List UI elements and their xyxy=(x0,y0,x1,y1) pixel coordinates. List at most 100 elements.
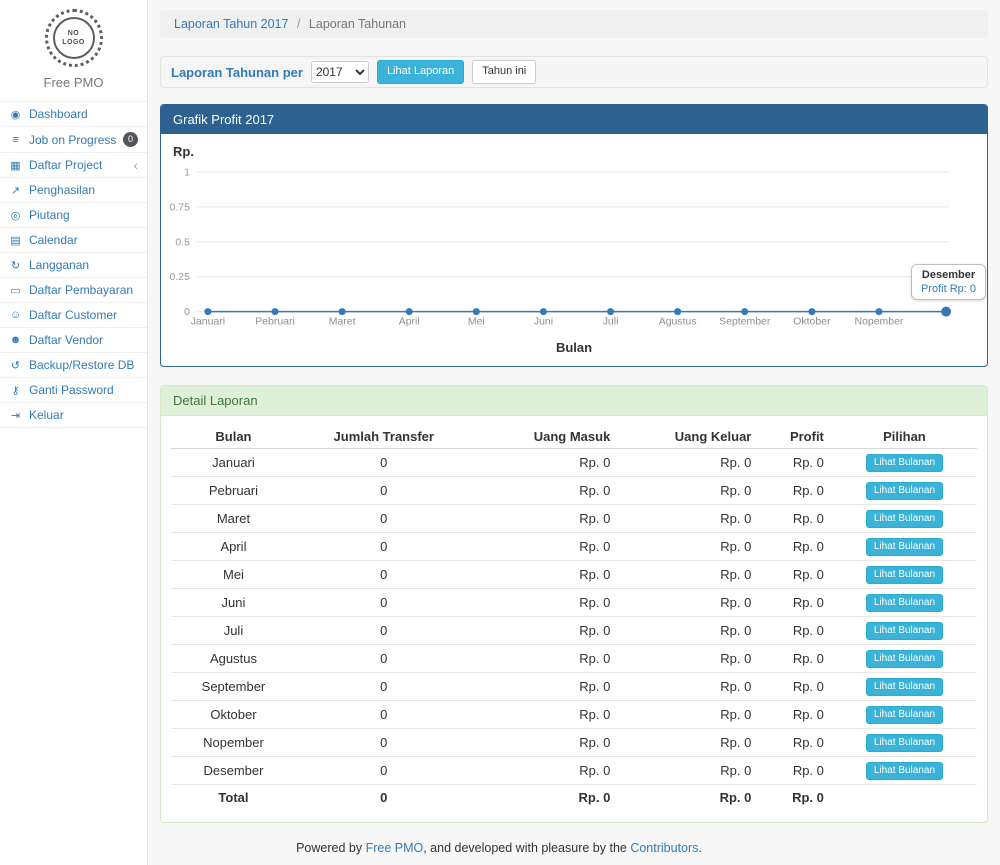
view-month-button[interactable]: Lihat Bulanan xyxy=(866,678,943,696)
table-row: Nopember0Rp. 0Rp. 0Rp. 0Lihat Bulanan xyxy=(171,729,977,757)
sidebar-item-backup-restore-db[interactable]: ↺Backup/Restore DB xyxy=(0,353,147,378)
year-select[interactable]: 2017 xyxy=(311,61,369,83)
y-tick-label: 0.75 xyxy=(170,202,191,213)
view-month-button[interactable]: Lihat Bulanan xyxy=(866,454,943,472)
sidebar-item-daftar-project[interactable]: ▦Daftar Project‹ xyxy=(0,153,147,178)
y-tick-label: 0 xyxy=(184,307,190,318)
sidebar-item-dashboard[interactable]: ◉Dashboard xyxy=(0,102,147,127)
cell-action xyxy=(832,785,977,810)
cell-masuk: Rp. 0 xyxy=(472,645,619,673)
sidebar-item-langganan[interactable]: ↻Langganan xyxy=(0,253,147,278)
chart-tooltip: Desember Profit Rp: 0 xyxy=(911,264,986,300)
sidebar-item-calendar[interactable]: ▤ Calendar xyxy=(0,228,147,253)
cell-masuk: Rp. 0 xyxy=(472,505,619,533)
tasks-icon: ≡ xyxy=(9,134,22,146)
view-month-button[interactable]: Lihat Bulanan xyxy=(866,538,943,556)
cell-transfer: 0 xyxy=(296,729,472,757)
view-report-button[interactable]: Lihat Laporan xyxy=(377,60,464,83)
table-row: Januari0Rp. 0Rp. 0Rp. 0Lihat Bulanan xyxy=(171,449,977,477)
table-header-row: BulanJumlah TransferUang MasukUang Kelua… xyxy=(171,424,977,449)
cell-action: Lihat Bulanan xyxy=(832,533,977,561)
sidebar-item-label: Daftar Project xyxy=(29,158,102,172)
column-header: Uang Keluar xyxy=(618,424,759,449)
cell-masuk: Rp. 0 xyxy=(472,785,619,810)
cell-masuk: Rp. 0 xyxy=(472,477,619,505)
sidebar-item-label: Job on Progress xyxy=(29,133,116,147)
credit-card-icon: ▭ xyxy=(9,284,22,297)
app-logo: NO LOGO Free PMO xyxy=(0,0,147,101)
chart-point xyxy=(875,308,882,315)
filter-label: Laporan Tahunan per xyxy=(171,65,303,80)
column-header: Pilihan xyxy=(832,424,977,449)
cell-action: Lihat Bulanan xyxy=(832,589,977,617)
column-header: Bulan xyxy=(171,424,296,449)
cell-profit: Rp. 0 xyxy=(759,617,832,645)
sidebar-item-daftar-vendor[interactable]: ☻Daftar Vendor xyxy=(0,328,147,353)
table-row: Mei0Rp. 0Rp. 0Rp. 0Lihat Bulanan xyxy=(171,561,977,589)
cell-keluar: Rp. 0 xyxy=(618,477,759,505)
cell-keluar: Rp. 0 xyxy=(618,533,759,561)
view-month-button[interactable]: Lihat Bulanan xyxy=(866,734,943,752)
sign-out-icon: ⇥ xyxy=(9,409,22,422)
breadcrumb-separator: / xyxy=(297,17,300,31)
count-badge: 0 xyxy=(123,132,138,147)
cell-masuk: Rp. 0 xyxy=(472,757,619,785)
cell-transfer: 0 xyxy=(296,561,472,589)
cell-action: Lihat Bulanan xyxy=(832,617,977,645)
chart-point xyxy=(674,308,681,315)
view-month-button[interactable]: Lihat Bulanan xyxy=(866,706,943,724)
detail-table-wrapper: BulanJumlah TransferUang MasukUang Kelua… xyxy=(161,416,987,822)
x-tick-label: Pebruari xyxy=(255,317,295,328)
sidebar-item-label: Dashboard xyxy=(29,107,88,121)
table-row: Oktober0Rp. 0Rp. 0Rp. 0Lihat Bulanan xyxy=(171,701,977,729)
x-tick-label: Nopember xyxy=(855,317,904,328)
cell-transfer: 0 xyxy=(296,449,472,477)
x-tick-label: April xyxy=(399,317,420,328)
view-month-button[interactable]: Lihat Bulanan xyxy=(866,566,943,584)
sidebar-item-daftar-pembayaran[interactable]: ▭Daftar Pembayaran xyxy=(0,278,147,303)
view-month-button[interactable]: Lihat Bulanan xyxy=(866,510,943,528)
cell-bulan: April xyxy=(171,533,296,561)
chart-point xyxy=(540,308,547,315)
calendar-icon: ▤ xyxy=(9,234,22,247)
sidebar-item-ganti-password[interactable]: ⚷Ganti Password xyxy=(0,378,147,403)
chart-point xyxy=(473,308,480,315)
cell-profit: Rp. 0 xyxy=(759,505,832,533)
cell-keluar: Rp. 0 xyxy=(618,673,759,701)
footer-middle: , and developed with pleasure by the xyxy=(423,841,630,855)
this-year-button[interactable]: Tahun ini xyxy=(472,60,536,83)
cell-bulan: Juni xyxy=(171,589,296,617)
chart-panel-title: Grafik Profit 2017 xyxy=(161,105,987,134)
view-month-button[interactable]: Lihat Bulanan xyxy=(866,762,943,780)
sidebar-item-daftar-customer[interactable]: ☺Daftar Customer xyxy=(0,303,147,328)
footer-link-contributors[interactable]: Contributors xyxy=(630,841,698,855)
cell-transfer: 0 xyxy=(296,785,472,810)
sidebar-item-label: Piutang xyxy=(29,208,70,222)
breadcrumb-link[interactable]: Laporan Tahun 2017 xyxy=(174,17,288,31)
x-tick-label: Januari xyxy=(191,317,225,328)
sidebar-item-piutang[interactable]: ◎ Piutang xyxy=(0,203,147,228)
view-month-button[interactable]: Lihat Bulanan xyxy=(866,650,943,668)
table-row: Agustus0Rp. 0Rp. 0Rp. 0Lihat Bulanan xyxy=(171,645,977,673)
cell-profit: Rp. 0 xyxy=(759,561,832,589)
view-month-button[interactable]: Lihat Bulanan xyxy=(866,622,943,640)
table-row: Pebruari0Rp. 0Rp. 0Rp. 0Lihat Bulanan xyxy=(171,477,977,505)
detail-panel-title: Detail Laporan xyxy=(161,386,987,416)
sidebar-item-label: Calendar xyxy=(29,233,78,247)
sidebar: NO LOGO Free PMO ◉Dashboard ≡ Job on Progr… xyxy=(0,0,148,865)
tooltip-title: Desember xyxy=(921,269,976,281)
footer-link-freepmo[interactable]: Free PMO xyxy=(366,841,424,855)
sidebar-item-penghasilan[interactable]: ↗Penghasilan xyxy=(0,178,147,203)
table-row: April0Rp. 0Rp. 0Rp. 0Lihat Bulanan xyxy=(171,533,977,561)
report-table-body: Januari0Rp. 0Rp. 0Rp. 0Lihat BulananPebr… xyxy=(171,449,977,810)
users-icon: ☻ xyxy=(9,334,22,346)
cell-keluar: Rp. 0 xyxy=(618,505,759,533)
table-row: Maret0Rp. 0Rp. 0Rp. 0Lihat Bulanan xyxy=(171,505,977,533)
money-icon: ◎ xyxy=(9,209,22,222)
sidebar-item-keluar[interactable]: ⇥Keluar xyxy=(0,403,147,428)
cell-transfer: 0 xyxy=(296,673,472,701)
view-month-button[interactable]: Lihat Bulanan xyxy=(866,482,943,500)
cell-profit: Rp. 0 xyxy=(759,673,832,701)
view-month-button[interactable]: Lihat Bulanan xyxy=(866,594,943,612)
sidebar-item-job-on-progress[interactable]: ≡ Job on Progress 0 xyxy=(0,127,147,153)
